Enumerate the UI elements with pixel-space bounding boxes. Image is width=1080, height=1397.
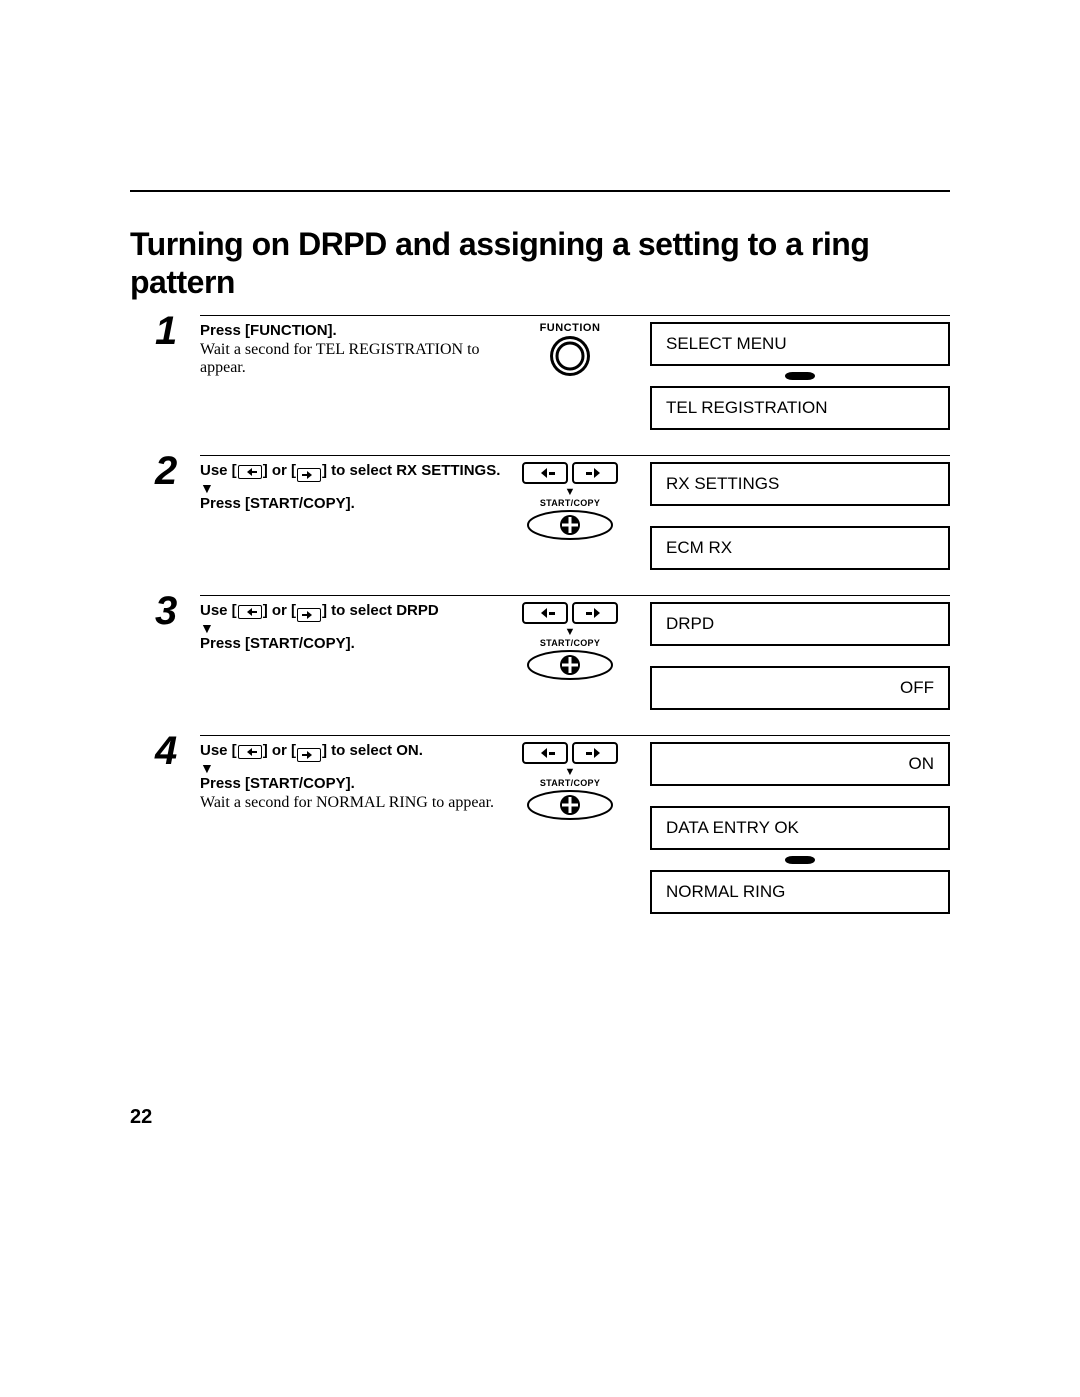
control-icon-column: ▼ START/COPY (510, 462, 630, 570)
text-fragment: ] or [ (263, 742, 296, 759)
control-icon-column: FUNCTION (510, 322, 630, 430)
text-fragment: ] or [ (263, 462, 296, 479)
instruction-column: Use [ ] or [ ] to select RX SETTINGS. ▼ Pr… (200, 462, 510, 570)
display-column: SELECT MENU TEL REGISTRATION (630, 322, 950, 430)
instruction-column: Press [FUNCTION]. Wait a second for TEL … (200, 322, 510, 430)
start-copy-label: START/COPY (540, 778, 600, 788)
start-copy-button-icon (527, 650, 613, 680)
down-triangle-icon: ▼ (565, 767, 576, 778)
lcd-display: ON (650, 742, 950, 786)
step-rule (200, 595, 950, 596)
down-triangle-icon: ▼ (565, 627, 576, 638)
text-fragment: ] to select RX SETTINGS. (322, 462, 500, 479)
instruction-column: Use [ ] or [ ] to select ON. ▼ Press [STAR… (200, 742, 510, 914)
start-copy-label: START/COPY (540, 638, 600, 648)
function-button-label: FUNCTION (540, 322, 601, 334)
right-arrow-button-icon (572, 742, 618, 764)
text-fragment: ] to select ON. (322, 742, 423, 759)
transition-icon (650, 856, 950, 864)
instruction-line: Use [ ] or [ ] to select RX SETTINGS. (200, 462, 510, 481)
lcd-display: ECM RX (650, 526, 950, 570)
instruction-column: Use [ ] or [ ] to select DRPD ▼ Press [STA… (200, 602, 510, 710)
start-copy-button-icon (527, 510, 613, 540)
page: Turning on DRPD and assigning a setting … (0, 0, 1080, 1397)
instruction-line: Press [START/COPY]. (200, 635, 510, 652)
lcd-display: SELECT MENU (650, 322, 950, 366)
right-arrow-button-icon (572, 462, 618, 484)
down-triangle-icon: ▼ (200, 481, 510, 495)
display-column: ON DATA ENTRY OK NORMAL RING (630, 742, 950, 914)
instruction-line: Press [FUNCTION]. (200, 322, 510, 339)
step-number: 3 (155, 591, 200, 631)
left-arrow-button-icon (522, 602, 568, 624)
left-arrow-button-icon (522, 462, 568, 484)
instruction-line: Press [START/COPY]. (200, 495, 510, 512)
step: 2 Use [] or [] to select RX SETTINGS. ▼ … (155, 455, 950, 570)
text-fragment: Use [ (200, 742, 237, 759)
function-button-icon (548, 334, 592, 378)
lcd-display: RX SETTINGS (650, 462, 950, 506)
step-rule (200, 315, 950, 316)
left-arrow-icon (238, 745, 262, 759)
lcd-display: DATA ENTRY OK (650, 806, 950, 850)
step: 3 Use [] or [] to select DRPD ▼ Press [S… (155, 595, 950, 710)
right-arrow-icon (297, 608, 321, 622)
lcd-display: DRPD (650, 602, 950, 646)
control-icon-column: ▼ START/COPY (510, 602, 630, 710)
step-rule (200, 455, 950, 456)
down-triangle-icon: ▼ (200, 761, 510, 775)
step-number: 1 (155, 311, 200, 351)
page-title: Turning on DRPD and assigning a setting … (130, 225, 950, 302)
display-column: RX SETTINGS ECM RX (630, 462, 950, 570)
step-rule (200, 735, 950, 736)
step: 1 Press [FUNCTION]. Wait a second for TE… (155, 315, 950, 430)
step-number: 4 (155, 731, 200, 771)
instruction-note: Wait a second for TEL REGISTRATION to ap… (200, 341, 510, 377)
text-fragment: ] or [ (263, 602, 296, 619)
left-arrow-button-icon (522, 742, 568, 764)
instruction-note: Wait a second for NORMAL RING to appear. (200, 794, 510, 812)
control-icon-column: ▼ START/COPY (510, 742, 630, 914)
step: 4 Use [] or [] to select ON. ▼ Press [ST… (155, 735, 950, 914)
steps-list: 1 Press [FUNCTION]. Wait a second for TE… (155, 315, 950, 939)
lcd-display: TEL REGISTRATION (650, 386, 950, 430)
down-triangle-icon: ▼ (200, 621, 510, 635)
start-copy-button-icon (527, 790, 613, 820)
right-arrow-icon (297, 468, 321, 482)
transition-icon (650, 372, 950, 380)
text-fragment: Use [ (200, 462, 237, 479)
text-fragment: ] to select DRPD (322, 602, 439, 619)
right-arrow-button-icon (572, 602, 618, 624)
instruction-line: Press [START/COPY]. (200, 775, 510, 792)
display-column: DRPD OFF (630, 602, 950, 710)
down-triangle-icon: ▼ (565, 487, 576, 498)
instruction-line: Use [ ] or [ ] to select ON. (200, 742, 510, 761)
page-number: 22 (130, 1106, 152, 1129)
instruction-line: Use [ ] or [ ] to select DRPD (200, 602, 510, 621)
text-fragment: Use [ (200, 602, 237, 619)
left-arrow-icon (238, 605, 262, 619)
step-number: 2 (155, 451, 200, 491)
lcd-display: OFF (650, 666, 950, 710)
left-arrow-icon (238, 465, 262, 479)
start-copy-label: START/COPY (540, 498, 600, 508)
horizontal-rule (130, 190, 950, 192)
lcd-display: NORMAL RING (650, 870, 950, 914)
right-arrow-icon (297, 748, 321, 762)
